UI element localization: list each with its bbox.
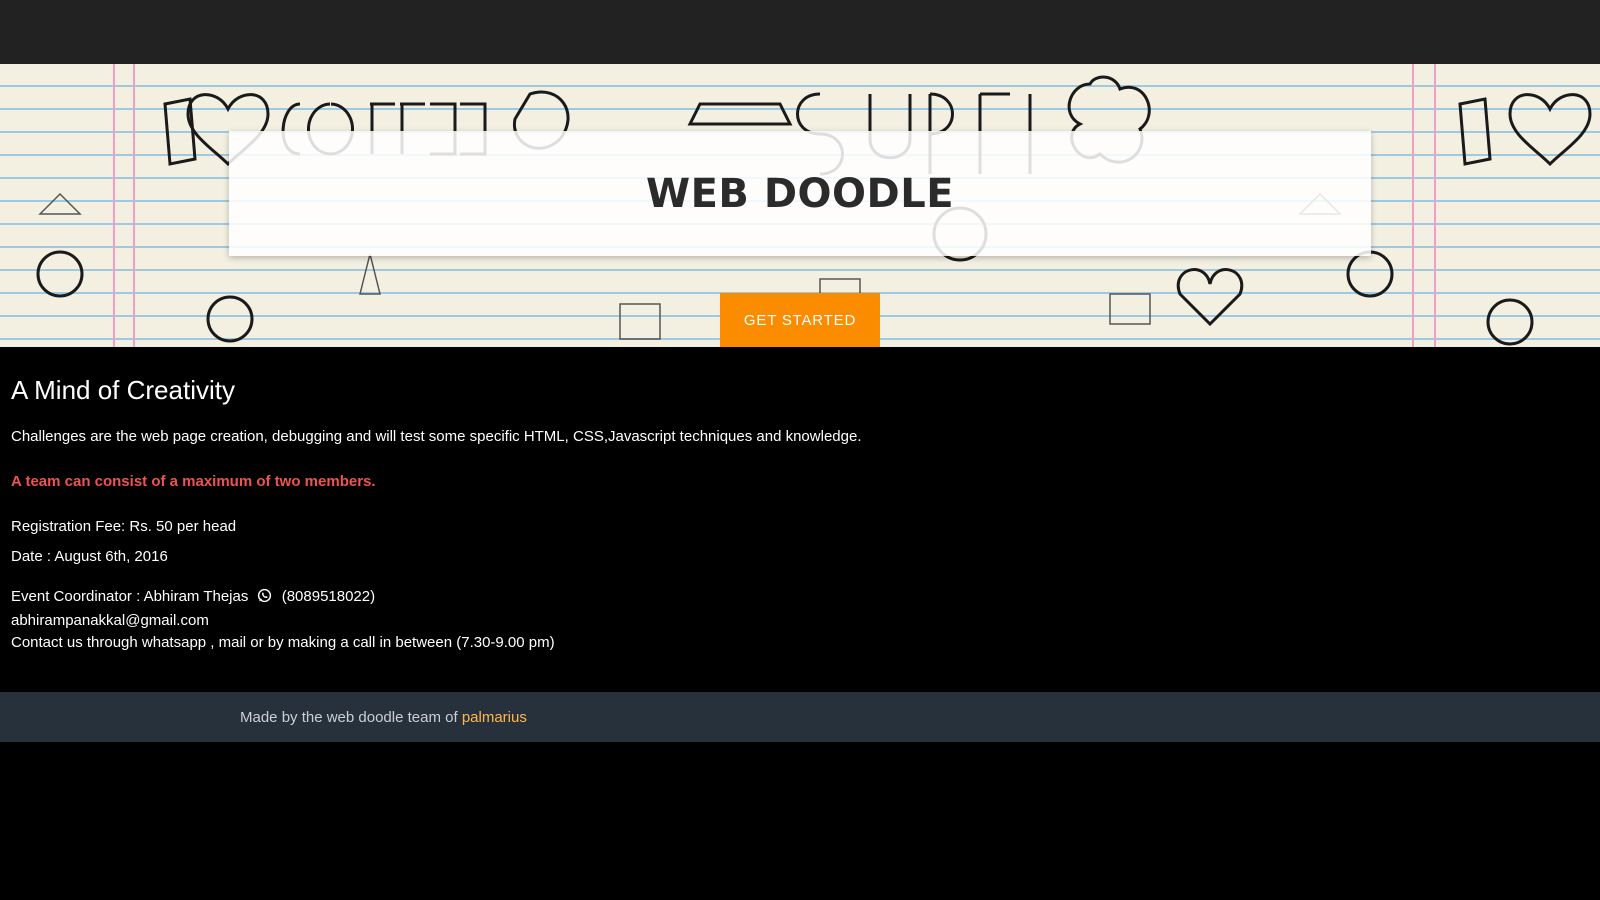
coordinator-phone: (8089518022) xyxy=(281,588,376,605)
challenges-description: Challenges are the web page creation, de… xyxy=(11,428,862,445)
footer: Made by the web doodle team of palmarius xyxy=(0,692,1600,742)
contact-instructions: Contact us through whatsapp , mail or by… xyxy=(11,634,555,651)
title-card: WEB DOODLE xyxy=(229,131,1371,256)
whatsapp-icon xyxy=(257,588,272,610)
team-size-note: A team can consist of a maximum of two m… xyxy=(11,473,376,490)
section-heading: A Mind of Creativity xyxy=(11,375,235,405)
get-started-button[interactable]: GET STARTED xyxy=(720,293,880,347)
footer-credit-text: Made by the web doodle team of xyxy=(240,708,458,726)
hero-banner: WEB DOODLE GET STARTED xyxy=(0,64,1600,347)
top-navbar xyxy=(0,0,1600,64)
event-details: A Mind of Creativity Challenges are the … xyxy=(11,347,1571,654)
event-date: Date : August 6th, 2016 xyxy=(11,548,168,565)
page-title: WEB DOODLE xyxy=(645,170,955,217)
footer-credit: Made by the web doodle team of palmarius xyxy=(240,709,527,726)
palmarius-link[interactable]: palmarius xyxy=(462,709,527,726)
registration-fee: Registration Fee: Rs. 50 per head xyxy=(11,518,237,535)
coordinator-email: abhirampanakkal@gmail.com xyxy=(11,612,209,629)
coordinator-name: Event Coordinator : Abhiram Thejas xyxy=(11,588,249,605)
event-coordinator: Event Coordinator : Abhiram Thejas (8089… xyxy=(11,586,1571,610)
